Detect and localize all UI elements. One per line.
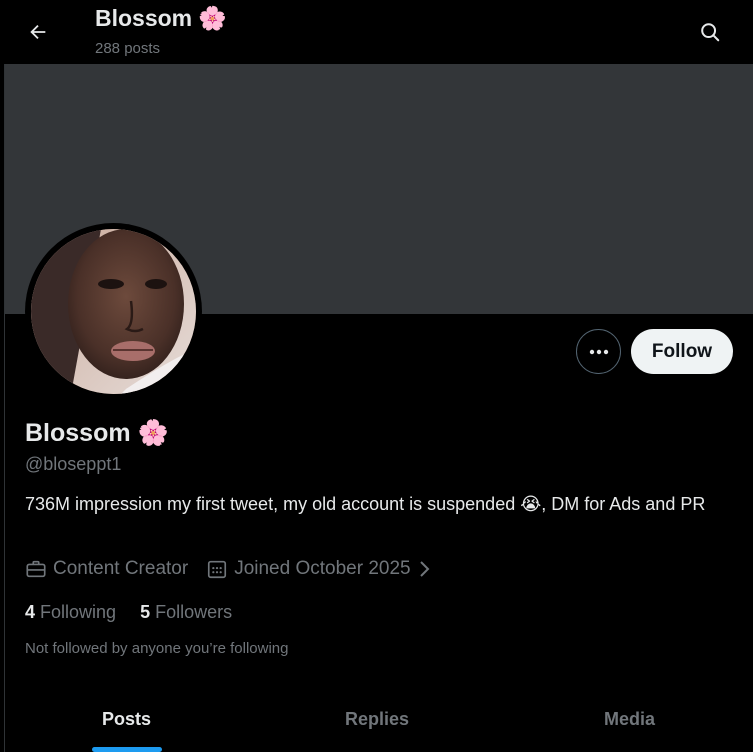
top-header: Blossom 🌸 288 posts <box>0 0 753 64</box>
profile-name-text: Blossom <box>25 419 131 447</box>
active-tab-indicator <box>91 747 162 752</box>
back-button[interactable] <box>18 12 58 52</box>
header-name: Blossom <box>95 5 193 31</box>
category-label: Content Creator <box>53 558 189 579</box>
tab-media-label: Media <box>603 708 655 729</box>
search-button[interactable] <box>690 12 730 52</box>
joined-label: Joined October 2025 <box>234 558 411 579</box>
profile-handle: @bloseppt1 <box>25 454 122 474</box>
more-options-button[interactable] <box>576 329 621 374</box>
tab-posts-label: Posts <box>101 708 152 729</box>
bio-text-start: 736M impression my first tweet, my old a… <box>25 494 521 514</box>
tab-media[interactable]: Media <box>506 686 753 752</box>
bio-text-end: , DM for Ads and PR <box>541 494 706 514</box>
followers-label: Followers <box>155 602 233 622</box>
more-icon <box>589 349 608 354</box>
profile-bio: 736M impression my first tweet, my old a… <box>25 492 735 517</box>
tab-replies[interactable]: Replies <box>248 686 506 752</box>
following-link[interactable]: 4 Following <box>25 602 116 623</box>
tab-posts[interactable]: Posts <box>5 686 248 752</box>
following-count: 4 <box>25 602 36 622</box>
profile-meta: Content Creator Joined October 2025 <box>25 558 449 580</box>
blossom-emoji-icon: 🌸 <box>198 5 227 31</box>
search-icon <box>701 23 720 42</box>
profile-category: Content Creator <box>25 558 188 580</box>
profile-name: Blossom 🌸 <box>25 419 169 448</box>
followers-link[interactable]: 5 Followers <box>140 602 232 623</box>
followers-count: 5 <box>140 602 151 622</box>
tab-replies-label: Replies <box>344 708 410 729</box>
profile-avatar[interactable] <box>25 223 202 400</box>
joined-date[interactable]: Joined October 2025 <box>206 558 430 580</box>
follow-stats: 4 Following 5 Followers <box>25 602 232 623</box>
header-title: Blossom 🌸 <box>95 5 227 32</box>
crying-emoji-icon: 😭 <box>520 494 542 514</box>
avatar-image <box>31 229 196 394</box>
following-label: Following <box>40 602 117 622</box>
followed-by-note: Not followed by anyone you’re following <box>25 640 289 657</box>
blossom-emoji-icon: 🌸 <box>137 419 169 447</box>
briefcase-icon <box>26 560 46 578</box>
avatar-photo <box>31 229 196 394</box>
profile-tabs: Posts Replies Media <box>5 686 753 752</box>
chevron-right-icon <box>419 561 430 577</box>
posts-count: 288 posts <box>95 40 161 57</box>
follow-button[interactable]: Follow <box>631 329 733 374</box>
arrow-left-icon <box>30 24 46 40</box>
calendar-icon <box>208 560 227 579</box>
